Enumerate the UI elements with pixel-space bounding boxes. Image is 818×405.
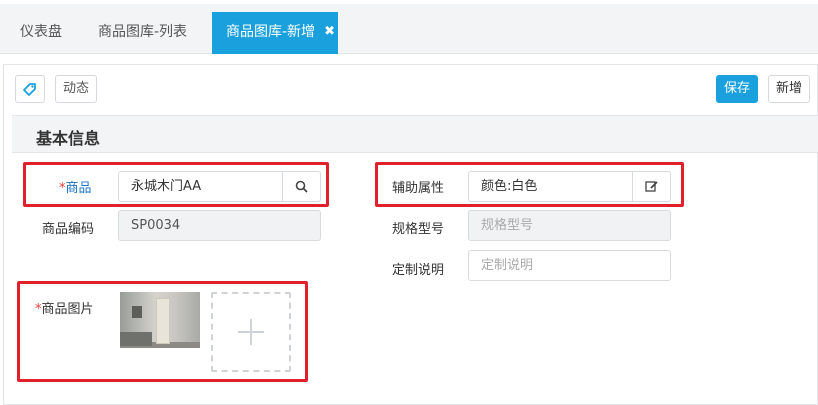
section-title: 基本信息 — [36, 129, 101, 148]
tab-product-gallery-new[interactable]: 商品图库-新增 ✖ — [212, 12, 338, 54]
tag-button[interactable] — [15, 75, 45, 103]
tab-bar: 仪表盘 商品图库-列表 商品图库-新增 ✖ — [0, 0, 818, 54]
tab-label: 商品图库-新增 — [226, 24, 316, 40]
custom-desc-placeholder: 定制说明 — [481, 258, 534, 273]
custom-desc-label: 定制说明 — [392, 263, 445, 278]
section-header: 基本信息 — [12, 115, 818, 153]
product-code-label: 商品编码 — [42, 222, 95, 237]
spec-model-field[interactable]: 规格型号 — [468, 210, 671, 241]
highlight-box-product-image — [17, 281, 308, 382]
custom-desc-field[interactable]: 定制说明 — [468, 250, 671, 281]
product-code-field[interactable]: SP0034 — [118, 210, 321, 241]
product-code-value: SP0034 — [131, 218, 181, 233]
tab-product-gallery-list[interactable]: 商品图库-列表 — [86, 12, 199, 54]
tab-label: 仪表盘 — [20, 24, 62, 40]
close-icon[interactable]: ✖ — [324, 12, 335, 52]
tab-dashboard[interactable]: 仪表盘 — [8, 12, 74, 54]
highlight-box-product — [23, 162, 329, 207]
spec-model-label: 规格型号 — [392, 222, 445, 237]
tag-icon — [23, 83, 36, 96]
save-button[interactable]: 保存 — [716, 75, 758, 103]
tab-label: 商品图库-列表 — [98, 24, 188, 40]
dynamic-button[interactable]: 动态 — [55, 75, 97, 103]
form-panel: 动态 保存 新增 基本信息 *商品 永城木门AA 辅助属性 颜色:白色 商品编码… — [3, 64, 818, 405]
spec-model-placeholder: 规格型号 — [481, 218, 534, 233]
highlight-box-aux-attr — [375, 162, 684, 207]
new-button[interactable]: 新增 — [768, 75, 810, 103]
